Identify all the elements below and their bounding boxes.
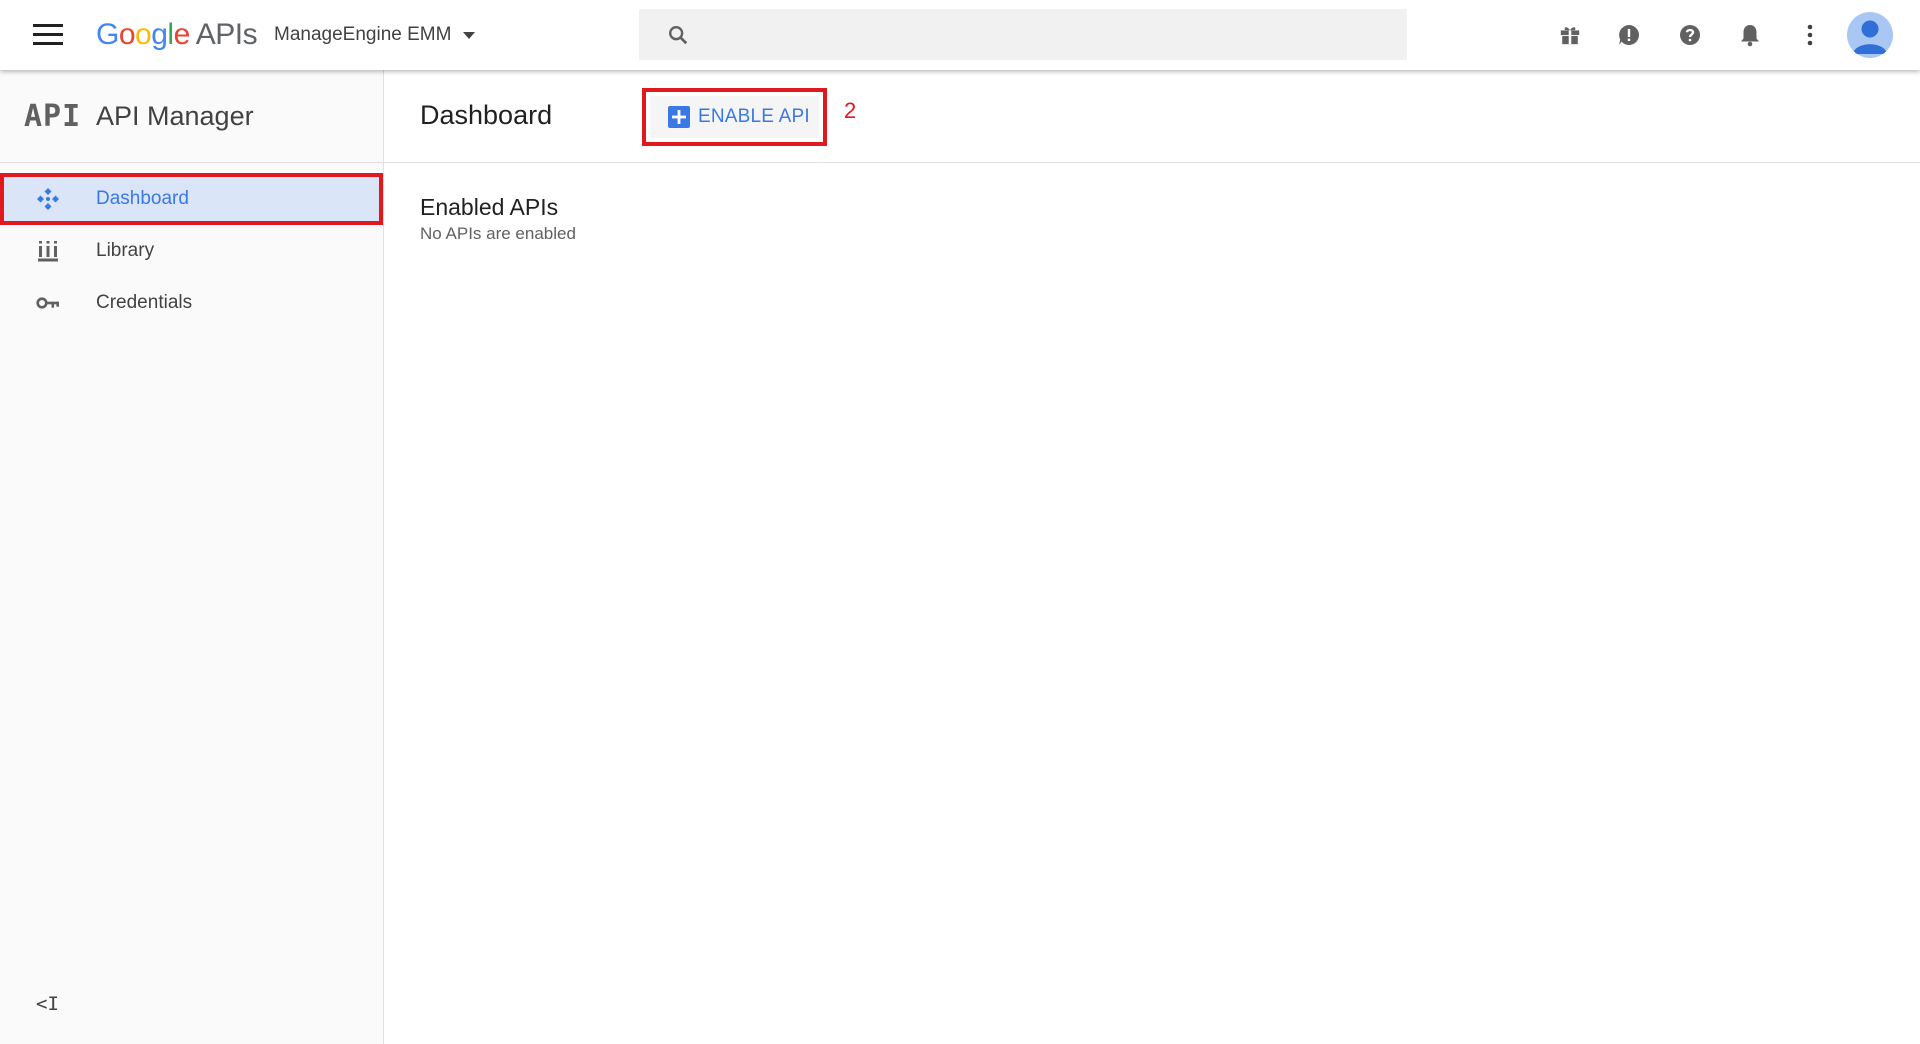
menu-button[interactable] bbox=[22, 17, 74, 53]
sidebar-header: API API Manager bbox=[0, 70, 383, 163]
logo-letter: g bbox=[151, 18, 168, 51]
help-button[interactable] bbox=[1674, 19, 1706, 51]
page-title: Dashboard bbox=[420, 100, 553, 130]
help-icon bbox=[1680, 25, 1700, 45]
plus-icon bbox=[668, 106, 690, 128]
feedback-button[interactable] bbox=[1613, 19, 1645, 51]
gift-button[interactable] bbox=[1554, 19, 1586, 51]
enabled-apis-empty-message: No APIs are enabled bbox=[420, 224, 576, 243]
sidebar-item-credentials[interactable]: Credentials bbox=[0, 277, 383, 329]
enabled-apis-heading: Enabled APIs bbox=[420, 194, 559, 220]
enable-api-label: ENABLE API bbox=[698, 106, 810, 127]
project-selector[interactable]: ManageEngine EMM bbox=[274, 18, 476, 52]
logo-letter: o bbox=[135, 18, 152, 51]
search-icon bbox=[669, 25, 688, 44]
sidebar-nav: Dashboard Library Credentials bbox=[0, 173, 383, 329]
logo-letter: o bbox=[118, 18, 136, 51]
gift-icon bbox=[1560, 27, 1580, 45]
collapse-sidebar-button[interactable]: <I bbox=[36, 993, 62, 1017]
account-avatar[interactable] bbox=[1847, 12, 1893, 58]
sidebar-item-label: Dashboard bbox=[96, 188, 189, 209]
library-icon bbox=[36, 239, 60, 263]
caret-down-icon bbox=[463, 31, 476, 39]
main-header: Dashboard ENABLE API 2 bbox=[384, 70, 1920, 163]
feedback-icon bbox=[1619, 24, 1640, 45]
enable-api-button[interactable]: ENABLE API bbox=[642, 88, 827, 146]
top-app-bar: Google APIs ManageEngine EMM bbox=[0, 0, 1920, 70]
user-avatar-icon bbox=[1853, 20, 1887, 54]
notifications-icon bbox=[1741, 25, 1759, 47]
project-name: ManageEngine EMM bbox=[274, 24, 452, 45]
sidebar-item-label: Library bbox=[96, 240, 155, 261]
api-manager-logo: API bbox=[24, 98, 82, 134]
dashboard-icon bbox=[36, 187, 60, 211]
sidebar-item-dashboard[interactable]: Dashboard bbox=[0, 173, 383, 225]
callout-number: 2 bbox=[844, 98, 857, 123]
main-content: Dashboard ENABLE API 2 Enabled APIs No A… bbox=[384, 70, 1920, 1044]
logo-letter: e bbox=[173, 18, 191, 51]
logo-product-name: APIs bbox=[195, 18, 258, 51]
more-options-button[interactable] bbox=[1794, 19, 1826, 51]
menu-icon bbox=[33, 24, 63, 45]
notifications-button[interactable] bbox=[1734, 19, 1766, 51]
sidebar: API API Manager Dashboard Library Creden… bbox=[0, 70, 384, 1044]
sidebar-item-label: Credentials bbox=[96, 292, 193, 313]
key-icon bbox=[36, 291, 60, 315]
more-vert-icon bbox=[1807, 24, 1813, 46]
sidebar-item-library[interactable]: Library bbox=[0, 225, 383, 277]
search-bar[interactable] bbox=[639, 9, 1407, 60]
logo-letter: G bbox=[96, 18, 119, 51]
search-input[interactable] bbox=[703, 24, 1383, 45]
sidebar-title: API Manager bbox=[96, 100, 254, 131]
google-apis-logo[interactable]: Google APIs bbox=[96, 13, 258, 57]
enable-api-button-body: ENABLE API bbox=[650, 96, 819, 138]
